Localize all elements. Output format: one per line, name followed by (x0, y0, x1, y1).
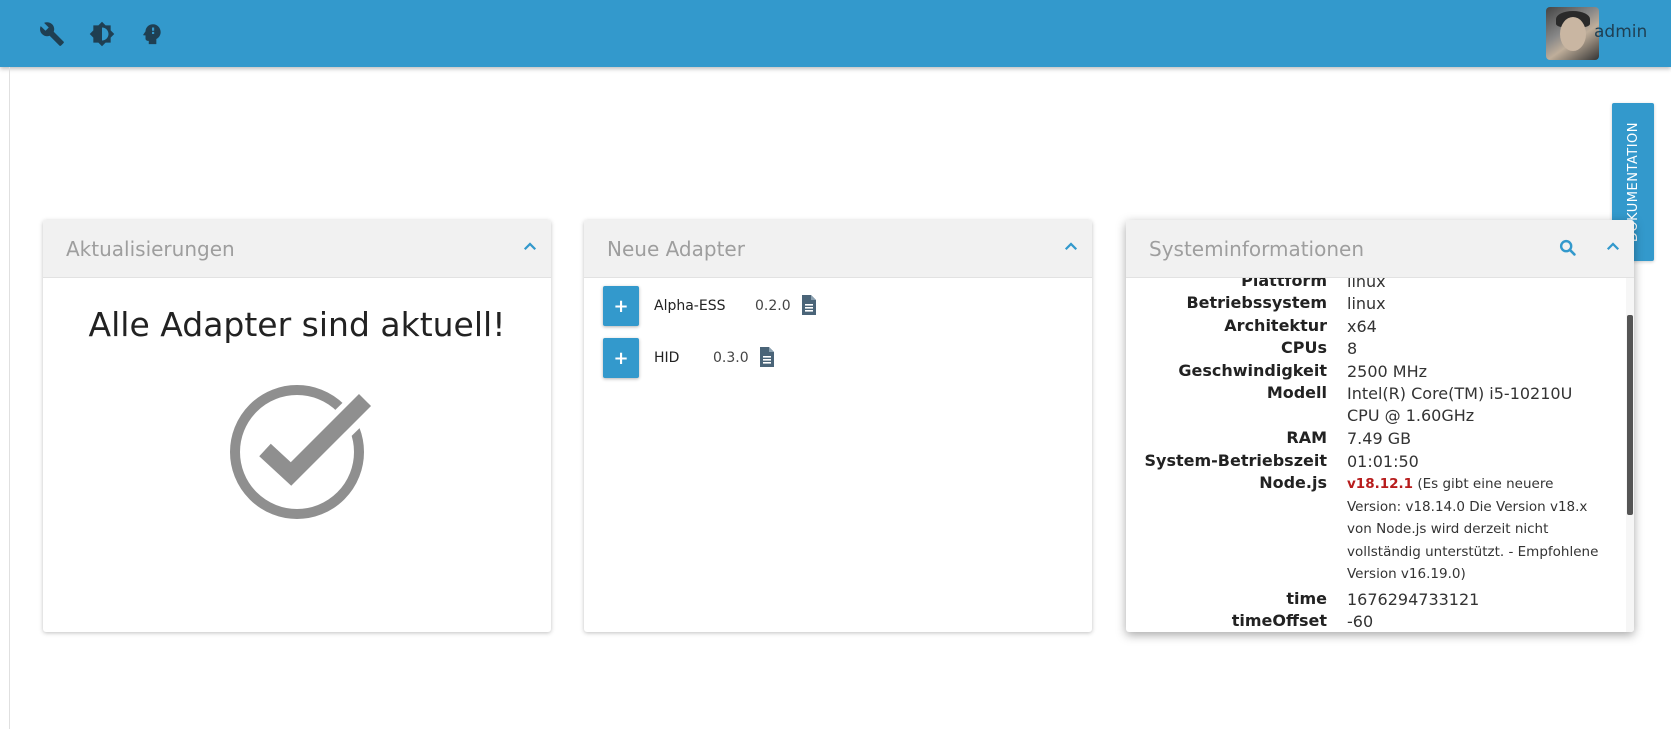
info-key: Betriebssystem (1186, 293, 1327, 312)
info-value: 7.49 GB (1347, 429, 1412, 448)
info-value: 01:01:50 (1347, 452, 1419, 471)
info-key: timeOffset (1231, 611, 1327, 630)
updates-collapse-button[interactable] (519, 236, 541, 258)
info-key: Geschwindigkeit (1178, 361, 1327, 380)
new-adapters-card-header: Neue Adapter (584, 220, 1092, 278)
check-circle-icon (230, 376, 377, 519)
info-value: -60 (1347, 612, 1374, 631)
info-key: time (1286, 589, 1327, 608)
system-info-list: Plattform linux Betriebssystem linux Arc… (1126, 278, 1634, 632)
info-key: Node.js (1259, 473, 1327, 492)
system-info-card-header: Systeminformationen (1126, 220, 1634, 278)
info-key: RAM (1286, 428, 1327, 447)
system-info-collapse-button[interactable] (1602, 236, 1624, 258)
new-adapters-collapse-button[interactable] (1060, 236, 1082, 258)
adapter-version: 0.3.0 (713, 350, 749, 366)
info-key: Plattform (1241, 278, 1327, 290)
chevron-up-icon (1606, 242, 1620, 251)
info-value: linux (1347, 294, 1386, 313)
system-info-card: Systeminformationen Plattform linux Betr… (1126, 220, 1634, 632)
adapter-name: HID (654, 350, 680, 366)
readme-document-icon[interactable] (801, 295, 817, 315)
search-icon[interactable] (1557, 237, 1579, 259)
brightness-icon[interactable] (88, 20, 116, 48)
info-value: linux (1347, 278, 1386, 291)
avatar-face (1560, 17, 1586, 51)
adapter-item: + Alpha-ESS 0.2.0 (603, 286, 1063, 326)
wrench-icon[interactable] (38, 20, 66, 48)
updates-card-header: Aktualisierungen (43, 220, 551, 278)
info-key: Modell (1266, 383, 1327, 402)
info-value: Intel(R) Core(TM) i5-10210U CPU @ 1.60GH… (1347, 384, 1573, 425)
system-info-card-title: Systeminformationen (1149, 237, 1364, 261)
info-key: CPUs (1281, 338, 1327, 357)
updates-card: Aktualisierungen Alle Adapter sind aktue… (43, 220, 551, 632)
user-avatar[interactable] (1546, 7, 1599, 60)
adapter-item: + HID 0.3.0 (603, 338, 1063, 378)
adapter-version: 0.2.0 (755, 298, 791, 314)
info-value: x64 (1347, 317, 1377, 336)
info-value: v18.12.1 (Es gibt eine neuere Version: v… (1347, 473, 1609, 586)
readme-document-icon[interactable] (759, 347, 775, 367)
chevron-up-icon (523, 242, 537, 251)
info-key: Architektur (1224, 316, 1327, 335)
info-value: 2500 MHz (1347, 362, 1428, 381)
user-name[interactable]: admin (1594, 22, 1647, 42)
plus-icon: + (613, 347, 629, 369)
new-adapters-card-title: Neue Adapter (607, 237, 745, 261)
info-key: System-Betriebszeit (1144, 451, 1327, 470)
new-adapters-card: Neue Adapter + Alpha-ESS 0.2.0 + HID 0.3… (584, 220, 1092, 632)
scrollbar-thumb[interactable] (1627, 315, 1633, 515)
adapter-name: Alpha-ESS (654, 298, 726, 314)
info-value: 1676294733121 (1347, 590, 1480, 609)
all-up-to-date-message: Alle Adapter sind aktuell! (88, 305, 506, 344)
updates-card-title: Aktualisierungen (66, 237, 235, 261)
expert-mode-icon[interactable] (138, 20, 166, 48)
left-divider (9, 67, 10, 729)
install-adapter-button[interactable]: + (603, 338, 639, 378)
chevron-up-icon (1064, 242, 1078, 251)
info-value: 8 (1347, 339, 1358, 358)
top-app-bar: admin (0, 0, 1671, 67)
install-adapter-button[interactable]: + (603, 286, 639, 326)
nodejs-version: v18.12.1 (1347, 476, 1414, 492)
plus-icon: + (613, 295, 629, 317)
